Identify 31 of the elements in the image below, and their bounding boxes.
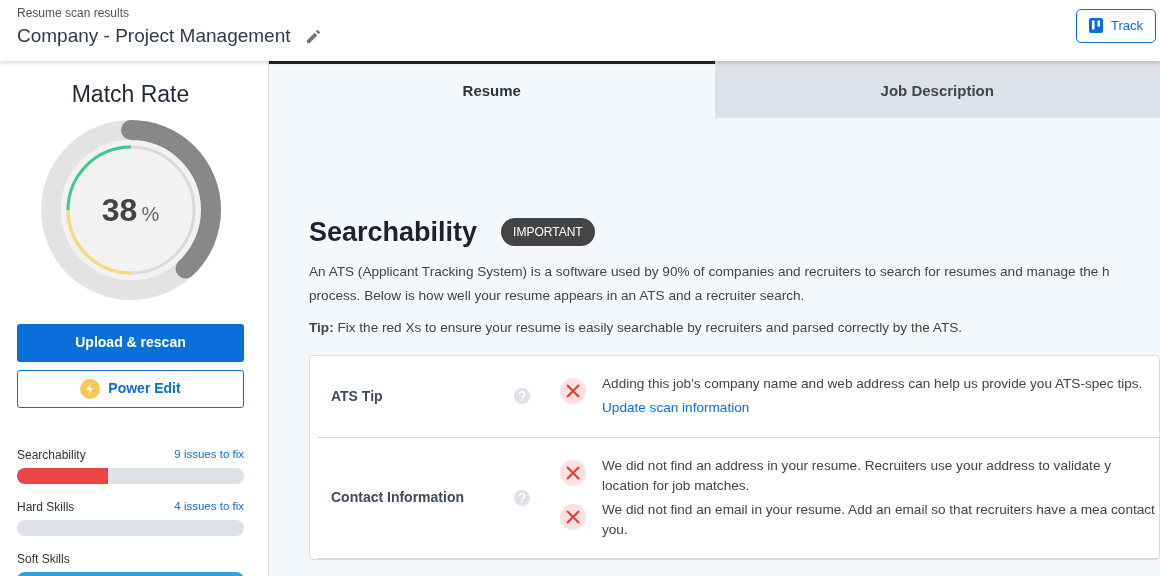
update-link[interactable]: Update scan information (602, 397, 750, 419)
cross-icon (560, 503, 586, 530)
check-message: We did not find an address in your resume. Recruiters use your address to validate y location for job matches. (602, 456, 1112, 495)
cross-icon (560, 459, 586, 486)
check-message: Adding this job's company name and web address can help us provide you ATS-spec tips. (602, 374, 1143, 393)
board-icon (1088, 18, 1103, 34)
tip-text: Tip: Fix the red Xs to ensure your resume is easily searchable by recruiters and parsed correctly by the ATS. (309, 319, 964, 338)
check-message: We did not find an email in your resume. Add an email so that recruiters have a mea contact you. (602, 500, 1156, 539)
check-label: ATS Tip (330, 386, 384, 406)
section-heading: Searchability (309, 216, 478, 249)
page-title: Company - Project Management (17, 24, 291, 48)
issues-link[interactable]: 9 issues to fix (174, 445, 244, 464)
tab[interactable]: Job Description (714, 61, 1160, 118)
check-label: Contact Information (330, 488, 465, 508)
pencil-icon[interactable] (306, 29, 320, 43)
gauge-heading: Match Rate (70, 80, 191, 109)
importance-label: IMPORTANT (501, 218, 595, 247)
upload-button[interactable]: Upload & rescan (17, 323, 244, 362)
category-name: Hard Skills (17, 498, 75, 516)
power-edit-button[interactable]: Power Edit (17, 369, 244, 408)
category-name: Soft Skills (17, 550, 70, 568)
section-description: An ATS (Applicant Tracking System) is a software used by 90% of companies and recruiters to search for resumes and manage the h process. Below is how well your resume appears in an ATS and a recruiter search. (309, 263, 1111, 306)
cross-icon (560, 377, 586, 404)
track-button[interactable]: Track (1075, 9, 1156, 43)
lightning-icon (80, 378, 101, 399)
help-icon[interactable] (514, 489, 530, 506)
page-subtitle: Resume scan results (17, 5, 131, 22)
issues-link[interactable]: 4 issues to fix (174, 497, 244, 516)
match-percentage: 38% (101, 190, 160, 230)
category-name: Searchability (17, 446, 86, 464)
help-icon[interactable] (514, 388, 530, 405)
